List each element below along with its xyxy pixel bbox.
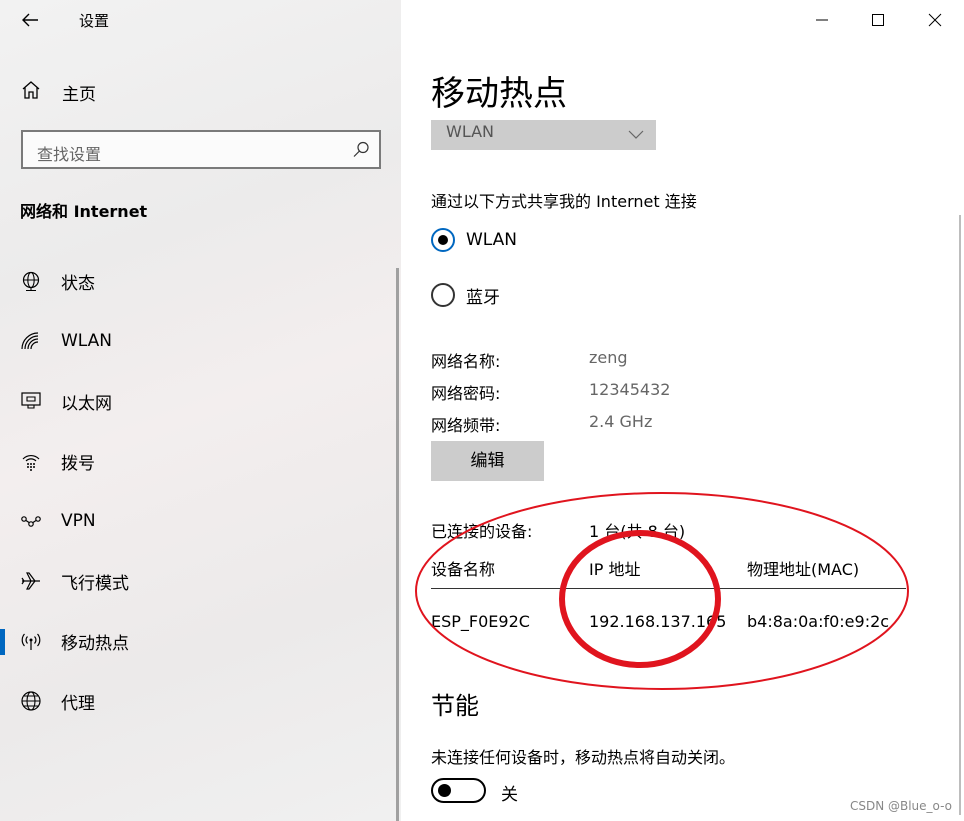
sidebar-item-label: WLAN xyxy=(61,331,113,351)
device-mac-cell: b4:8a:0a:f0:e9:2c xyxy=(747,612,890,631)
sidebar-item-hotspot[interactable]: 移动热点 xyxy=(0,619,398,663)
sidebar: 设置 主页 查找设置 网络和 Internet 状态 WLAN 以太网 拨号 V… xyxy=(0,0,401,821)
radio-button-checked[interactable] xyxy=(431,228,455,252)
sidebar-item-label: 代理 xyxy=(61,693,95,714)
network-band-key: 网络频带: xyxy=(431,416,501,435)
sidebar-item-label: 飞行模式 xyxy=(61,573,129,594)
power-saving-toggle[interactable] xyxy=(431,778,486,803)
device-table-header: 设备名称 IP 地址 物理地址(MAC) xyxy=(431,556,906,580)
network-password-key: 网络密码: xyxy=(431,384,501,403)
minimize-icon[interactable] xyxy=(807,6,837,34)
sidebar-item-label: 移动热点 xyxy=(61,633,129,654)
network-name-row: 网络名称: zeng xyxy=(431,348,831,371)
sidebar-item-status[interactable]: 状态 xyxy=(0,259,398,303)
table-divider xyxy=(431,588,906,589)
power-saving-title: 节能 xyxy=(431,692,479,720)
sidebar-item-dialup[interactable]: 拨号 xyxy=(0,439,398,483)
ethernet-icon xyxy=(20,390,42,412)
sidebar-home-label: 主页 xyxy=(62,84,96,105)
search-input[interactable]: 查找设置 xyxy=(21,130,381,169)
column-header-mac: 物理地址(MAC) xyxy=(747,560,860,579)
column-header-device-name: 设备名称 xyxy=(431,560,496,579)
sidebar-item-label: 拨号 xyxy=(61,453,95,474)
sidebar-item-label: 以太网 xyxy=(61,393,112,414)
wifi-icon xyxy=(20,330,42,352)
sidebar-scrollbar[interactable] xyxy=(396,268,399,821)
connected-value: 1 台(共 8 台) xyxy=(589,522,686,541)
radio-bluetooth-label: 蓝牙 xyxy=(466,287,500,308)
hotspot-icon xyxy=(20,630,42,652)
sidebar-item-vpn[interactable]: VPN xyxy=(0,499,398,543)
main-content: 移动热点 WLAN 通过以下方式共享我的 Internet 连接 WLAN 蓝牙… xyxy=(401,0,964,821)
watermark: CSDN @Blue_o-o xyxy=(849,799,952,813)
section-title: 网络和 Internet xyxy=(20,202,148,221)
sidebar-item-airplane[interactable]: 飞行模式 xyxy=(0,559,398,603)
network-name-value: zeng xyxy=(589,348,628,367)
network-password-value: 12345432 xyxy=(589,380,671,399)
power-saving-toggle-label: 关 xyxy=(501,785,518,805)
search-placeholder: 查找设置 xyxy=(37,145,102,164)
back-arrow-icon[interactable] xyxy=(18,8,42,32)
radio-wlan[interactable]: WLAN xyxy=(431,227,517,253)
device-ip-cell: 192.168.137.165 xyxy=(589,612,727,631)
close-icon[interactable] xyxy=(920,6,950,34)
network-band-value: 2.4 GHz xyxy=(589,412,653,431)
connected-devices-row: 已连接的设备: 1 台(共 8 台) xyxy=(431,518,831,542)
radio-wlan-label: WLAN xyxy=(466,230,518,250)
globe-status-icon xyxy=(20,270,42,292)
sidebar-item-wlan[interactable]: WLAN xyxy=(0,319,398,363)
radio-button[interactable] xyxy=(431,283,455,307)
home-icon xyxy=(20,79,42,105)
sidebar-item-proxy[interactable]: 代理 xyxy=(0,679,398,723)
device-name-cell: ESP_F0E92C xyxy=(431,612,530,631)
app-title: 设置 xyxy=(79,12,110,30)
radio-bluetooth[interactable]: 蓝牙 xyxy=(431,282,500,308)
share-via-label: 通过以下方式共享我的 Internet 连接 xyxy=(431,192,697,211)
network-password-row: 网络密码: 12345432 xyxy=(431,380,831,403)
share-from-value: WLAN xyxy=(446,122,495,141)
power-saving-description: 未连接任何设备时，移动热点将自动关闭。 xyxy=(431,748,736,767)
sidebar-item-ethernet[interactable]: 以太网 xyxy=(0,379,398,423)
dialup-icon xyxy=(20,450,42,472)
maximize-icon[interactable] xyxy=(863,6,893,34)
network-band-row: 网络频带: 2.4 GHz xyxy=(431,412,831,435)
sidebar-item-label: 状态 xyxy=(61,273,95,294)
main-scrollbar[interactable] xyxy=(959,215,961,815)
sidebar-item-label: VPN xyxy=(61,511,96,531)
search-icon[interactable] xyxy=(351,140,371,160)
sidebar-home[interactable]: 主页 xyxy=(20,78,96,106)
network-name-key: 网络名称: xyxy=(431,352,501,371)
page-title: 移动热点 xyxy=(431,74,567,114)
column-header-ip: IP 地址 xyxy=(589,560,641,579)
share-from-dropdown[interactable]: WLAN xyxy=(431,120,656,150)
chevron-down-icon xyxy=(628,125,644,144)
globe-icon xyxy=(20,690,42,712)
airplane-icon xyxy=(20,570,42,592)
vpn-icon xyxy=(20,510,42,532)
connected-label: 已连接的设备: xyxy=(431,522,533,541)
edit-button[interactable]: 编辑 xyxy=(431,441,544,481)
table-row: ESP_F0E92C 192.168.137.165 b4:8a:0a:f0:e… xyxy=(431,612,906,636)
